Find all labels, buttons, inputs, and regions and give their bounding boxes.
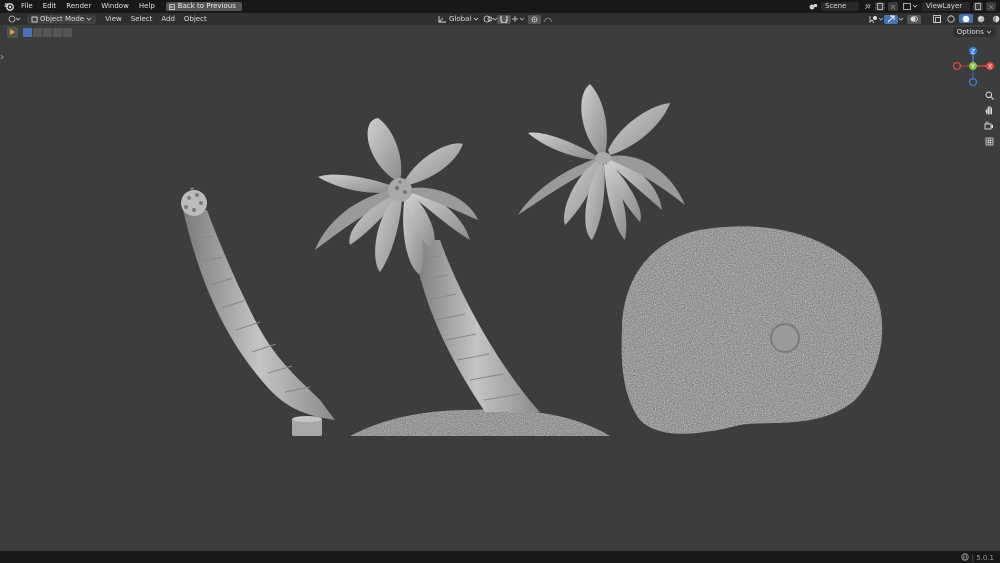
menu-add[interactable]: Add — [158, 15, 178, 24]
menu-help[interactable]: Help — [134, 0, 160, 13]
new-view-layer-icon[interactable] — [973, 2, 983, 11]
falloff-curve-icon — [543, 17, 553, 22]
chevron-down-icon — [986, 30, 992, 34]
selectability-icon — [869, 16, 883, 23]
material-sphere-icon — [977, 15, 985, 22]
pin-icon[interactable] — [862, 2, 872, 11]
palm-crown-floating[interactable] — [518, 84, 685, 240]
options-label: Options — [956, 28, 984, 36]
selection-mode-group — [23, 27, 72, 37]
version-info: | 5.0.1 — [961, 553, 994, 562]
back-to-previous-button[interactable]: Back to Previous — [165, 2, 242, 11]
select-subtract-button[interactable] — [43, 27, 52, 37]
proportional-falloff-dropdown[interactable] — [540, 15, 556, 24]
gizmo-dropdown[interactable] — [895, 15, 907, 24]
island-ground[interactable] — [350, 409, 610, 436]
menu-file[interactable]: File — [16, 0, 38, 13]
rock-mesh[interactable] — [621, 226, 883, 434]
navigation-gizmo[interactable]: Z X Y — [949, 45, 997, 93]
back-to-previous-label: Back to Previous — [177, 2, 236, 10]
main-menu: File Edit Render Window Help — [16, 0, 160, 13]
status-bar: | 5.0.1 — [0, 551, 1000, 563]
menu-select[interactable]: Select — [128, 15, 156, 24]
chevron-down-icon — [898, 17, 904, 21]
palm-trunk-left[interactable] — [181, 187, 335, 436]
object-mode-icon — [31, 16, 38, 22]
xray-toggle[interactable] — [930, 15, 944, 24]
wireframe-shading-button[interactable] — [944, 14, 958, 23]
transform-orientation-icon — [438, 16, 446, 23]
scene-render — [181, 84, 883, 436]
options-dropdown[interactable]: Options — [952, 27, 996, 37]
scene-icon[interactable] — [808, 2, 818, 11]
new-scene-icon[interactable] — [875, 2, 885, 11]
menu-window[interactable]: Window — [96, 0, 134, 13]
solid-sphere-icon — [962, 15, 970, 22]
material-preview-button[interactable] — [974, 14, 988, 23]
back-arrow-icon — [168, 3, 175, 10]
rendered-shading-button[interactable] — [989, 14, 1000, 23]
chevron-down-icon — [86, 17, 92, 21]
gizmo-icon — [887, 15, 895, 23]
select-intersect-button[interactable] — [63, 27, 72, 37]
overlays-icon — [910, 16, 918, 22]
select-invert-button[interactable] — [53, 27, 62, 37]
zoom-icon — [985, 91, 994, 100]
proportional-editing-icon — [531, 16, 538, 22]
transform-orientation-label: Global — [449, 14, 472, 23]
top-right-controls: Scene ViewLayer — [808, 1, 996, 12]
wireframe-icon — [947, 14, 955, 23]
camera-icon — [984, 120, 993, 129]
snap-target-icon — [512, 16, 524, 22]
shading-modes — [944, 14, 1000, 23]
chevron-right-icon — [0, 54, 4, 60]
delete-scene-icon[interactable] — [888, 2, 898, 11]
menu-view[interactable]: View — [102, 15, 125, 24]
globe-icon — [961, 553, 970, 561]
gizmo-x-label: X — [988, 64, 992, 71]
menu-edit[interactable]: Edit — [38, 0, 62, 13]
palm-crown-middle[interactable] — [315, 118, 478, 275]
version-label: 5.0.1 — [976, 554, 994, 562]
xray-icon — [933, 15, 941, 23]
transform-orientation-dropdown[interactable]: Global — [435, 15, 482, 24]
magnet-icon — [500, 16, 508, 23]
3d-viewport[interactable]: Z X Y — [0, 39, 1000, 551]
solid-shading-button[interactable] — [959, 14, 973, 23]
chevron-down-icon — [474, 17, 479, 21]
menu-render[interactable]: Render — [61, 0, 96, 13]
mode-label: Object Mode — [40, 14, 85, 23]
zoom-button[interactable] — [983, 89, 995, 101]
view-layer-field[interactable]: ViewLayer — [922, 2, 970, 11]
hand-icon — [984, 105, 992, 115]
rendered-sphere-icon — [992, 15, 1000, 22]
menu-object[interactable]: Object — [181, 15, 210, 24]
viewport-header: Object Mode View Select Add Object Globa… — [0, 13, 1000, 25]
delete-view-layer-icon[interactable] — [986, 2, 996, 11]
gizmo-z-label: Z — [971, 49, 975, 56]
pan-button[interactable] — [983, 104, 995, 116]
palm-trunk-middle[interactable] — [413, 240, 540, 412]
ortho-toggle-button[interactable] — [983, 135, 995, 147]
sidebar-toggle[interactable] — [0, 51, 5, 63]
gizmo-y-label: Y — [970, 64, 975, 71]
mode-dropdown[interactable]: Object Mode — [27, 14, 97, 24]
pivot-point-icon — [483, 15, 497, 23]
view-layer-icon[interactable] — [901, 2, 919, 11]
scene-field[interactable]: Scene — [821, 2, 859, 11]
tool-settings-bar — [0, 25, 1000, 39]
visibility-dropdown[interactable] — [866, 15, 886, 24]
grid-icon — [985, 137, 993, 145]
select-new-button[interactable] — [23, 27, 32, 37]
blender-logo-icon[interactable] — [2, 0, 16, 13]
overlays-toggle[interactable] — [907, 14, 921, 24]
editor-type-icon — [8, 15, 20, 23]
select-extend-button[interactable] — [33, 27, 42, 37]
snap-target-dropdown[interactable] — [508, 15, 527, 24]
cursor-tool-icon — [10, 29, 15, 35]
editor-type-button[interactable] — [5, 15, 23, 24]
top-bar: File Edit Render Window Help Back to Pre… — [0, 0, 1000, 13]
camera-view-button[interactable] — [983, 119, 995, 131]
active-tool-button[interactable] — [7, 26, 18, 38]
